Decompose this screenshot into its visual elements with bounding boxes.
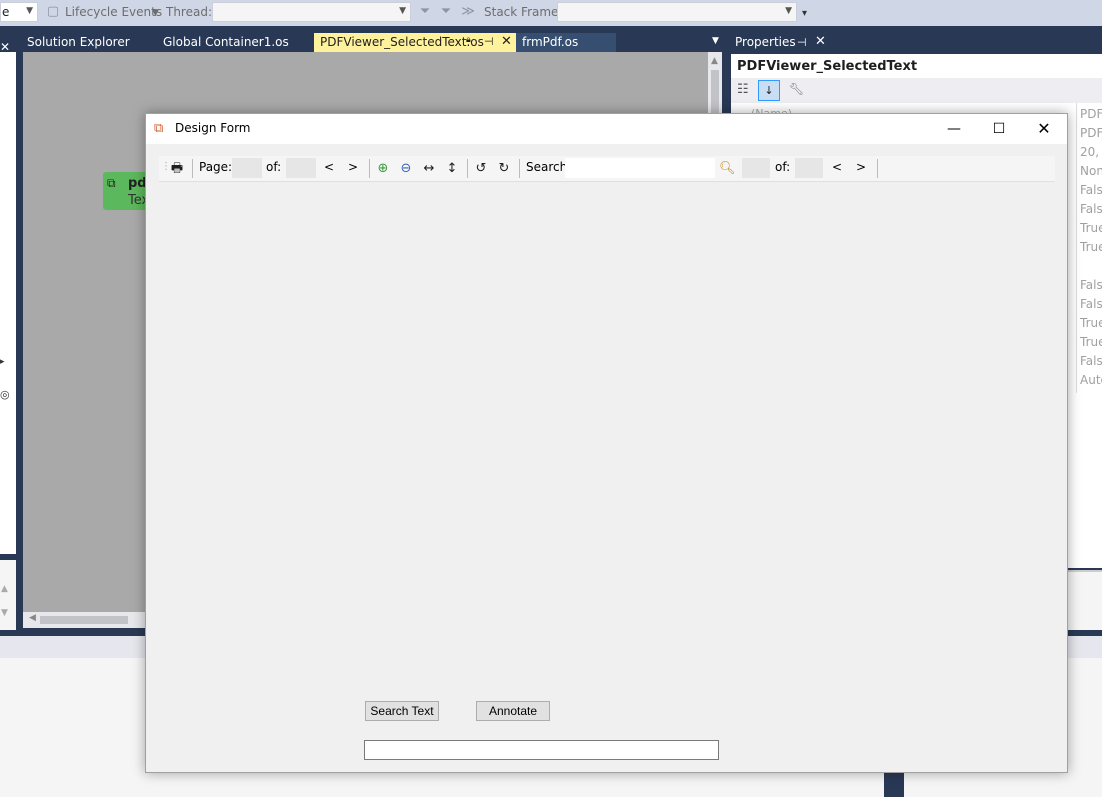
chevron-down-icon: ▼ (152, 8, 159, 18)
separator (519, 159, 520, 178)
close-button[interactable]: ✕ (1021, 114, 1067, 144)
property-value[interactable]: Auto (1080, 373, 1102, 387)
rotate-right-icon[interactable]: ↻ (496, 160, 512, 177)
wrench-icon[interactable]: 🔧︎ (789, 82, 804, 96)
alphabetical-icon[interactable]: ↓ (758, 80, 780, 101)
scroll-down-icon[interactable]: ▼ (1, 608, 8, 618)
page-count-box (286, 158, 316, 178)
config-combo-value: e (2, 5, 10, 19)
property-value[interactable]: Non (1080, 164, 1102, 178)
filter-icon[interactable]: ⏷ (417, 4, 433, 20)
chevron-down-icon: ▼ (26, 6, 33, 16)
pdf-viewer-toolbar: ⋮ 🖶︎ Page: of: < > ⊕ ⊖ ↔ ↕ ↺ ↻ Search 🔍︎… (159, 156, 1055, 182)
property-value[interactable]: Fals (1080, 354, 1102, 368)
tab-frmpdf[interactable]: frmPdf.os (516, 33, 616, 52)
form-icon: ⧉ (107, 176, 116, 190)
stack-frame-label: Stack Frame: (484, 5, 563, 19)
next-page-button[interactable]: > (348, 160, 358, 174)
lifecycle-icon[interactable]: ▢ (45, 4, 61, 20)
property-value[interactable]: Fals (1080, 278, 1102, 292)
close-icon[interactable]: ✕ (815, 34, 826, 49)
minimize-button[interactable]: — (931, 114, 977, 144)
pin-icon[interactable]: ⊣ (797, 36, 807, 49)
property-value[interactable]: Fals (1080, 202, 1102, 216)
zoom-out-icon[interactable]: ⊖ (398, 160, 414, 177)
property-value[interactable]: True (1080, 221, 1102, 235)
property-value[interactable]: True (1080, 335, 1102, 349)
maximize-button[interactable]: ☐ (976, 114, 1022, 144)
properties-object-name[interactable]: PDFViewer_SelectedText (731, 54, 1102, 78)
tab-list-dropdown-icon[interactable]: ▼ (712, 36, 719, 46)
close-icon[interactable]: ✕ (501, 34, 512, 49)
page-of-label: of: (266, 160, 282, 174)
search-icon[interactable]: 🔍︎ (719, 160, 736, 177)
window-titlebar[interactable]: ⧉ Design Form — ☐ ✕ (146, 114, 1067, 144)
page-label: Page: (199, 160, 233, 174)
scroll-left-icon[interactable]: ◀ (29, 613, 36, 623)
scroll-up-icon[interactable]: ▲ (1, 584, 8, 594)
property-value[interactable]: True (1080, 316, 1102, 330)
chevron-down-icon: ▼ (399, 6, 406, 16)
design-form-window[interactable]: ⧉ Design Form — ☐ ✕ ⋮ 🖶︎ Page: of: < > ⊕… (145, 113, 1068, 773)
next-result-button[interactable]: > (856, 160, 866, 174)
separator (877, 159, 878, 178)
tab-solution-explorer[interactable]: Solution Explorer (21, 33, 136, 52)
pin-icon[interactable]: ⊣ (484, 35, 494, 48)
left-panel-lower: ▲ ▼ (0, 560, 16, 630)
properties-toolbar: ☷ ↓ 🔧︎ (731, 78, 1102, 103)
search-text-button[interactable]: Search Text (365, 701, 439, 721)
tab-label: PDFViewer_SelectedText.os (320, 35, 484, 49)
rotate-left-icon[interactable]: ↺ (473, 160, 489, 177)
page-number-input[interactable] (232, 158, 262, 178)
separator (369, 159, 370, 178)
print-icon[interactable]: 🖶︎ (169, 160, 185, 177)
chevron-down-icon: ▼ (785, 6, 792, 16)
filter-flag-icon[interactable]: ⏷ (438, 4, 454, 20)
left-panel: ✕ ▸ ◎ (0, 40, 16, 554)
separator (467, 159, 468, 178)
config-combo[interactable]: e ▼ (0, 2, 38, 22)
search-count-box (795, 158, 823, 178)
tab-pdfviewer-selectedtext[interactable]: PDFViewer_SelectedText.os 🔒︎ ⊣ ✕ (314, 33, 518, 52)
separator (192, 159, 193, 178)
search-input[interactable] (565, 158, 715, 178)
annotate-button[interactable]: Annotate (476, 701, 550, 721)
lifecycle-events-dropdown[interactable]: Lifecycle Events (65, 5, 162, 19)
categorized-icon[interactable]: ☷ (737, 82, 749, 97)
debug-toolbar: e ▼ ▢ Lifecycle Events ▼ Thread: ▼ ⏷ ⏷ ≫… (0, 0, 1102, 26)
form-icon: ⧉ (154, 121, 164, 136)
property-value[interactable]: True (1080, 240, 1102, 254)
search-of-label: of: (775, 160, 791, 174)
node-title: pd (128, 176, 147, 191)
stack-frame-combo[interactable]: ▼ (557, 2, 797, 22)
close-icon[interactable]: ✕ (0, 40, 10, 54)
property-value[interactable]: PDF (1080, 107, 1102, 121)
property-value[interactable]: PDF (1080, 126, 1102, 140)
properties-header: Properties ⊣ ✕ (731, 33, 1102, 53)
previous-result-button[interactable]: < (832, 160, 842, 174)
grid-divider (1076, 103, 1077, 393)
previous-page-button[interactable]: < (324, 160, 334, 174)
window-title: Design Form (175, 121, 251, 135)
scroll-up-icon[interactable]: ▲ (711, 56, 718, 66)
thread-label: Thread: (166, 5, 213, 19)
property-value[interactable]: Fals (1080, 183, 1102, 197)
fit-height-icon[interactable]: ↕ (444, 160, 460, 177)
properties-title: Properties (735, 35, 796, 49)
fit-width-icon[interactable]: ↔ (421, 160, 437, 177)
thread-combo[interactable]: ▼ (212, 2, 411, 22)
property-value[interactable]: Fals (1080, 297, 1102, 311)
clear-filter-icon[interactable]: ≫ (460, 4, 476, 20)
circle-icon[interactable]: ◎ (0, 388, 10, 401)
horizontal-scroll-thumb[interactable] (40, 616, 128, 624)
expand-arrow-icon[interactable]: ▸ (0, 357, 5, 367)
zoom-in-icon[interactable]: ⊕ (375, 160, 391, 177)
property-value[interactable]: 20, 2 (1080, 145, 1102, 159)
selected-text-textbox[interactable] (364, 740, 719, 760)
search-result-box (742, 158, 770, 178)
lock-icon: 🔒︎ (466, 35, 471, 45)
toolbar-overflow-icon[interactable]: ▾ (802, 8, 807, 19)
search-label: Search (526, 160, 568, 174)
tab-global-container[interactable]: Global Container1.os (157, 33, 295, 52)
